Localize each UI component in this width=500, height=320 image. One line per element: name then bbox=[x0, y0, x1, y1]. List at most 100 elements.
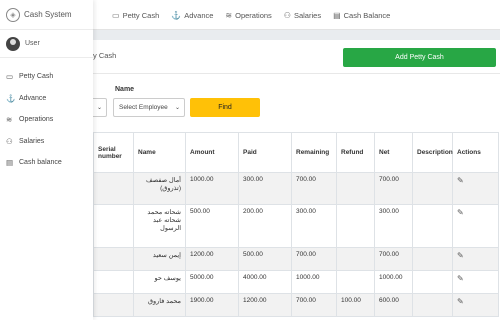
cell-remaining: 1000.00 bbox=[291, 270, 337, 294]
edit-icon[interactable]: ✎ bbox=[457, 251, 464, 260]
user-panel[interactable]: User bbox=[0, 30, 93, 58]
col-description: Description bbox=[412, 132, 453, 173]
edit-icon[interactable]: ✎ bbox=[457, 297, 464, 306]
cell-amount: 5000.00 bbox=[185, 270, 239, 294]
col-remaining: Remaining bbox=[291, 132, 337, 173]
employee-select[interactable]: Select Employee ⌄ bbox=[113, 98, 185, 117]
avatar bbox=[6, 36, 20, 51]
cell-description bbox=[412, 172, 453, 205]
topnav-operations[interactable]: ≋ Operations bbox=[225, 11, 271, 20]
cell-amount: 1900.00 bbox=[185, 293, 239, 317]
sidebar-item-cash-balance[interactable]: ▤ Cash balance bbox=[0, 152, 93, 174]
cell-serial bbox=[93, 172, 134, 205]
sidebar: ◈ Cash System User ▭ Petty Cash ⚓ Advance … bbox=[0, 0, 93, 320]
page-title: y Cash bbox=[93, 51, 117, 60]
petty-cash-icon: ▭ bbox=[112, 10, 120, 20]
petty-cash-icon: ▭ bbox=[6, 72, 14, 82]
topnav-label: Cash Balance bbox=[343, 10, 391, 20]
cell-name: يوسف حو bbox=[133, 270, 186, 294]
cash-balance-icon: ▤ bbox=[6, 158, 14, 168]
add-petty-cash-button[interactable]: Add Petty Cash bbox=[343, 48, 496, 67]
edit-icon[interactable]: ✎ bbox=[457, 274, 464, 283]
cell-name: إيمن سعيد bbox=[133, 247, 186, 271]
cell-amount: 500.00 bbox=[185, 204, 239, 248]
topnav-petty-cash[interactable]: ▭ Petty Cash bbox=[112, 11, 159, 20]
cell-actions: ✎ bbox=[452, 172, 499, 205]
cell-remaining: 700.00 bbox=[291, 293, 337, 317]
cell-serial bbox=[93, 293, 134, 317]
sidebar-item-petty-cash[interactable]: ▭ Petty Cash bbox=[0, 66, 93, 88]
edit-icon[interactable]: ✎ bbox=[457, 176, 464, 185]
cell-serial bbox=[93, 270, 134, 294]
cell-description bbox=[412, 270, 453, 294]
topnav-label: Advance bbox=[184, 10, 214, 20]
sidebar-item-label: Operations bbox=[19, 116, 54, 124]
chevron-down-icon: ⌄ bbox=[174, 105, 180, 111]
cell-net: 600.00 bbox=[374, 293, 413, 317]
cell-net: 300.00 bbox=[374, 204, 413, 248]
operations-icon: ≋ bbox=[225, 10, 233, 20]
app-title: Cash System bbox=[24, 10, 72, 19]
cell-name: محمد فاروق bbox=[133, 293, 186, 317]
cell-serial bbox=[93, 247, 134, 271]
topnav-label: Salaries bbox=[293, 10, 322, 20]
logo-icon: ◈ bbox=[6, 7, 20, 22]
topnav-label: Petty Cash bbox=[122, 10, 160, 20]
advance-icon: ⚓ bbox=[171, 10, 182, 20]
table-header-row: Serial number Name Amount Paid Remaining… bbox=[93, 132, 499, 173]
main-content: y Cash Add Petty Cash Name ⌄ Select Empl… bbox=[93, 40, 500, 320]
topnav-label: Operations bbox=[235, 10, 272, 20]
employee-select-value: Select Employee bbox=[119, 104, 168, 111]
cell-net: 700.00 bbox=[374, 172, 413, 205]
page-header: y Cash Add Petty Cash bbox=[93, 40, 500, 74]
brand[interactable]: ◈ Cash System bbox=[0, 0, 93, 30]
cell-net: 1000.00 bbox=[374, 270, 413, 294]
cell-paid: 200.00 bbox=[238, 204, 292, 248]
cell-refund bbox=[336, 204, 375, 248]
cell-refund: 100.00 bbox=[336, 293, 375, 317]
cell-refund bbox=[336, 270, 375, 294]
col-amount: Amount bbox=[185, 132, 239, 173]
find-button[interactable]: Find bbox=[190, 98, 260, 117]
sidebar-item-operations[interactable]: ≋ Operations bbox=[0, 109, 93, 131]
cell-description bbox=[412, 293, 453, 317]
cell-actions: ✎ bbox=[452, 247, 499, 271]
table-row: إيمن سعيد 1200.00 500.00 700.00 700.00 ✎ bbox=[93, 247, 499, 271]
cell-paid: 300.00 bbox=[238, 172, 292, 205]
topnav-cash-balance[interactable]: ▤ Cash Balance bbox=[333, 11, 390, 20]
table-row: يوسف حو 5000.00 4000.00 1000.00 1000.00 … bbox=[93, 270, 499, 294]
cell-paid: 500.00 bbox=[238, 247, 292, 271]
operations-icon: ≋ bbox=[6, 115, 13, 125]
col-name: Name bbox=[133, 132, 186, 173]
advance-icon: ⚓ bbox=[6, 93, 16, 103]
cell-serial bbox=[93, 204, 134, 248]
sidebar-item-label: Petty Cash bbox=[19, 73, 54, 81]
sidebar-item-salaries[interactable]: ⚇ Salaries bbox=[0, 131, 93, 153]
cell-amount: 1000.00 bbox=[185, 172, 239, 205]
col-actions: Actions bbox=[452, 132, 499, 173]
cell-paid: 4000.00 bbox=[238, 270, 292, 294]
left-select[interactable]: ⌄ bbox=[93, 98, 107, 117]
salaries-icon: ⚇ bbox=[6, 136, 13, 146]
table-row: شحاته محمد شحاته عبد الرسول 500.00 200.0… bbox=[93, 204, 499, 248]
edit-icon[interactable]: ✎ bbox=[457, 208, 464, 217]
name-filter-label: Name bbox=[115, 86, 135, 93]
col-net: Net bbox=[374, 132, 413, 173]
cell-description bbox=[412, 204, 453, 248]
sidebar-item-label: Cash balance bbox=[19, 159, 62, 167]
petty-cash-table: Serial number Name Amount Paid Remaining… bbox=[93, 132, 499, 317]
cell-paid: 1200.00 bbox=[238, 293, 292, 317]
cash-balance-icon: ▤ bbox=[333, 10, 341, 20]
topnav-advance[interactable]: ⚓ Advance bbox=[171, 11, 213, 20]
cell-refund bbox=[336, 172, 375, 205]
sidebar-nav: ▭ Petty Cash ⚓ Advance ≋ Operations ⚇ Salari… bbox=[0, 66, 93, 174]
cell-amount: 1200.00 bbox=[185, 247, 239, 271]
topnav-salaries[interactable]: ⚇ Salaries bbox=[284, 11, 321, 20]
cell-name: شحاته محمد شحاته عبد الرسول bbox=[133, 204, 186, 248]
cell-remaining: 300.00 bbox=[291, 204, 337, 248]
user-name: User bbox=[25, 40, 40, 47]
cell-actions: ✎ bbox=[452, 270, 499, 294]
col-serial: Serial number bbox=[93, 132, 134, 173]
sidebar-item-advance[interactable]: ⚓ Advance bbox=[0, 88, 93, 110]
cell-description bbox=[412, 247, 453, 271]
